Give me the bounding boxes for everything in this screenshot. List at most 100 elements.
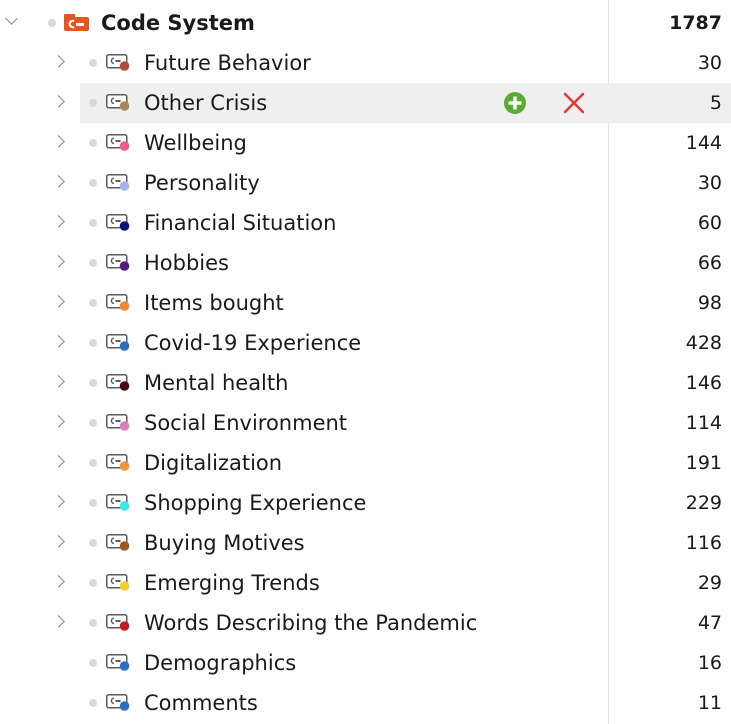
code-count: 144 [685,132,722,154]
code-tag-icon [106,174,131,191]
status-dot-icon [89,419,97,427]
status-dot-icon [89,699,97,707]
code-row[interactable]: Social Environment 114 [0,403,731,443]
code-row[interactable]: Personality 30 [0,163,731,203]
code-label: Shopping Experience [144,491,367,515]
code-tag-icon [106,454,131,471]
chevron-right-icon[interactable] [52,455,65,468]
code-tag-icon [106,494,131,511]
code-tag-icon [106,534,131,551]
status-dot-icon [89,539,97,547]
code-system-folder-icon [64,14,89,31]
code-label: Covid-19 Experience [144,331,362,355]
status-dot-icon [89,299,97,307]
code-system-panel: Code System 1787 Future Behavior 30 Other … [0,0,731,724]
code-count: 30 [697,172,722,194]
chevron-right-icon[interactable] [52,495,65,508]
chevron-right-icon[interactable] [52,535,65,548]
code-tag-icon [106,54,131,71]
code-count: 116 [685,532,722,554]
chevron-down-icon[interactable] [5,12,18,25]
status-dot-icon [89,499,97,507]
status-dot-icon [89,339,97,347]
code-count: 98 [697,292,722,314]
add-circle-icon[interactable] [503,91,527,115]
code-row[interactable]: Wellbeing 144 [0,123,731,163]
status-dot-icon [89,179,97,187]
chevron-right-icon[interactable] [52,95,65,108]
code-row[interactable]: Comments 11 [0,683,731,723]
code-row[interactable]: Emerging Trends 29 [0,563,731,603]
chevron-right-icon[interactable] [52,135,65,148]
status-dot-icon [89,259,97,267]
code-row[interactable]: Hobbies 66 [0,243,731,283]
delete-x-icon[interactable] [562,91,586,115]
code-count: 16 [697,652,722,674]
code-count: 47 [697,612,722,634]
chevron-right-icon[interactable] [52,295,65,308]
code-tag-icon [106,294,131,311]
code-label: Comments [144,691,258,715]
status-dot-icon [89,59,97,67]
status-dot-icon [89,139,97,147]
chevron-right-icon[interactable] [52,375,65,388]
chevron-right-icon[interactable] [52,335,65,348]
code-count: 66 [697,252,722,274]
code-tag-icon [106,694,131,711]
chevron-right-icon[interactable] [52,175,65,188]
code-row[interactable]: Shopping Experience 229 [0,483,731,523]
code-label: Digitalization [144,451,283,475]
code-tag-icon [106,574,131,591]
code-label: Items bought [144,291,284,315]
code-count: 229 [685,492,722,514]
code-count: 29 [697,572,722,594]
code-row[interactable]: Digitalization 191 [0,443,731,483]
chevron-right-icon[interactable] [52,255,65,268]
code-count: 5 [709,92,722,114]
code-label: Wellbeing [144,131,247,155]
chevron-right-icon[interactable] [52,615,65,628]
status-dot-icon [89,459,97,467]
code-row[interactable]: Covid-19 Experience 428 [0,323,731,363]
code-tag-icon [106,94,131,111]
code-tag-icon [106,334,131,351]
status-dot-icon [89,659,97,667]
code-row[interactable]: Financial Situation 60 [0,203,731,243]
code-row[interactable]: Mental health 146 [0,363,731,403]
code-row[interactable]: Items bought 98 [0,283,731,323]
code-count: 114 [685,412,722,434]
code-label: Personality [144,171,260,195]
status-dot-icon [89,99,97,107]
chevron-right-icon[interactable] [52,415,65,428]
code-row[interactable]: Other Crisis 5 [0,83,731,123]
chevron-right-icon[interactable] [52,215,65,228]
code-system-count: 1787 [669,12,722,34]
code-row[interactable]: Words Describing the Pandemic 47 [0,603,731,643]
chevron-right-icon[interactable] [52,55,65,68]
code-label: Financial Situation [144,211,337,235]
code-tag-icon [106,654,131,671]
code-count: 60 [697,212,722,234]
code-tag-icon [106,134,131,151]
status-dot-icon [89,379,97,387]
code-count: 30 [697,52,722,74]
code-tag-icon [106,374,131,391]
code-tag-icon [106,214,131,231]
code-count: 11 [697,692,722,714]
code-label: Hobbies [144,251,229,275]
code-label: Other Crisis [144,91,268,115]
code-system-label: Code System [101,11,255,35]
code-count: 146 [685,372,722,394]
code-tag-icon [106,254,131,271]
code-system-root-row[interactable]: Code System 1787 [0,3,731,43]
code-label: Emerging Trends [144,571,320,595]
code-row[interactable]: Demographics 16 [0,643,731,683]
status-dot-icon [89,579,97,587]
code-label: Mental health [144,371,289,395]
code-label: Words Describing the Pandemic [144,611,478,635]
chevron-right-icon[interactable] [52,575,65,588]
code-row[interactable]: Future Behavior 30 [0,43,731,83]
code-label: Demographics [144,651,297,675]
code-row[interactable]: Buying Motives 116 [0,523,731,563]
status-dot-icon [48,19,56,27]
